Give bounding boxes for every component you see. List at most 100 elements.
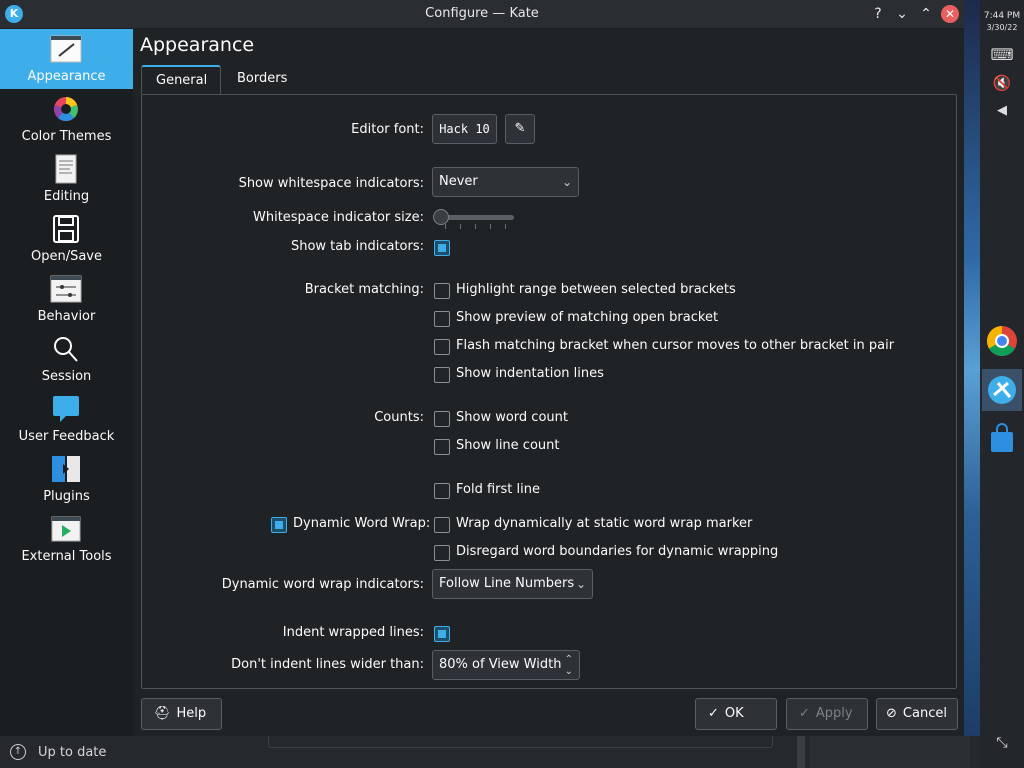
update-status-icon: ↑: [10, 744, 26, 760]
slider-handle[interactable]: [433, 209, 449, 225]
ok-button[interactable]: ✓ OK: [695, 698, 777, 730]
apply-button[interactable]: ✓ Apply: [786, 698, 868, 730]
whitespace-select[interactable]: Never ⌄: [432, 167, 579, 197]
clock-time[interactable]: 7:44 PM: [980, 11, 1024, 21]
wrap-static-marker-checkbox[interactable]: [434, 517, 450, 533]
indent-wrapped-checkbox[interactable]: [434, 626, 450, 642]
desktop-wallpaper: [964, 0, 980, 740]
whitespace-label: Show whitespace indicators:: [238, 176, 424, 191]
pencil-icon: ✎: [514, 121, 526, 136]
page-title: Appearance: [140, 34, 255, 56]
color-wheel-icon: [54, 97, 78, 122]
tab-general[interactable]: General: [141, 65, 221, 94]
line-count-label: Show line count: [456, 438, 560, 453]
whitespace-size-label: Whitespace indicator size:: [252, 210, 424, 225]
checkmark-icon: ✓: [799, 706, 810, 721]
sidebar: Appearance Color Themes Editing Open/Sav…: [0, 29, 133, 736]
window-title: Configure — Kate: [425, 6, 539, 21]
preview-bracket-label: Show preview of matching open bracket: [456, 310, 719, 325]
sidebar-item-label: Color Themes: [21, 129, 112, 144]
background-row: [268, 736, 773, 748]
discover-app[interactable]: [982, 419, 1022, 461]
counts-label: Counts:: [374, 410, 424, 425]
dont-indent-value: 80% of View Width: [439, 657, 562, 672]
dont-indent-spinbox[interactable]: 80% of View Width ⌃ ⌄: [432, 650, 580, 680]
sidebar-item-behavior[interactable]: Behavior: [0, 269, 133, 329]
help-lifebuoy-icon: ⛑: [154, 706, 171, 721]
fold-first-line-checkbox[interactable]: [434, 483, 450, 499]
sidebar-item-label: Plugins: [43, 489, 90, 504]
sidebar-item-label: Behavior: [37, 309, 96, 324]
settings-sliders-icon: [50, 275, 82, 303]
panel-options-icon[interactable]: ⤡: [988, 735, 1016, 763]
close-icon[interactable]: ✕: [941, 5, 959, 23]
help-button-label: Help: [176, 706, 207, 721]
dynamic-wrap-checkbox[interactable]: [271, 517, 287, 533]
appearance-icon: [50, 35, 82, 63]
sidebar-item-appearance[interactable]: Appearance: [0, 29, 133, 89]
minimize-icon[interactable]: ⌄: [893, 5, 911, 23]
tab-indicators-checkbox[interactable]: [434, 240, 450, 256]
sidebar-item-label: Editing: [43, 189, 90, 204]
sidebar-item-editing[interactable]: Editing: [0, 149, 133, 209]
flash-bracket-label: Flash matching bracket when cursor moves…: [456, 338, 895, 353]
plugin-icon: [52, 456, 80, 482]
chevron-down-icon: ⌄: [575, 577, 586, 591]
background-pane: [810, 736, 970, 768]
line-count-checkbox[interactable]: [434, 439, 450, 455]
sidebar-item-plugins[interactable]: Plugins: [0, 449, 133, 509]
wrap-static-marker-label: Wrap dynamically at static word wrap mar…: [456, 516, 753, 531]
editor-font-label: Editor font:: [351, 122, 424, 137]
preview-bracket-checkbox[interactable]: [434, 311, 450, 327]
disregard-word-boundaries-checkbox[interactable]: [434, 545, 450, 561]
word-count-label: Show word count: [456, 410, 568, 425]
checkmark-icon: ✓: [708, 706, 719, 721]
cancel-button-label: Cancel: [902, 706, 947, 721]
sidebar-item-color-themes[interactable]: Color Themes: [0, 89, 133, 149]
sidebar-item-label: Open/Save: [30, 249, 102, 264]
clock-date[interactable]: 3/30/22: [980, 23, 1024, 32]
edit-font-button[interactable]: ✎: [505, 114, 535, 144]
tab-borders[interactable]: Borders: [223, 65, 298, 94]
sidebar-item-session[interactable]: Session: [0, 329, 133, 389]
spin-arrows-icon[interactable]: ⌃ ⌄: [565, 654, 573, 678]
flash-bracket-checkbox[interactable]: [434, 339, 450, 355]
title-bar: K Configure — Kate ? ⌄ ⌃ ✕: [0, 0, 964, 29]
kate-app[interactable]: [982, 369, 1022, 411]
ok-button-label: OK: [724, 706, 744, 721]
dont-indent-label: Don't indent lines wider than:: [231, 657, 424, 672]
slider-tick: [505, 224, 506, 229]
help-button[interactable]: ⛑ Help: [141, 698, 222, 730]
fold-first-line-label: Fold first line: [456, 482, 540, 497]
maximize-icon[interactable]: ⌃: [917, 5, 935, 23]
help-question-icon[interactable]: ?: [869, 5, 887, 23]
configure-window: K Configure — Kate ? ⌄ ⌃ ✕ Appearance Co…: [0, 0, 964, 736]
wrap-indicators-value: Follow Line Numbers: [439, 576, 575, 591]
search-icon: [54, 337, 78, 362]
expand-tray-icon[interactable]: ◀: [988, 103, 1016, 131]
sidebar-item-label: External Tools: [21, 549, 112, 564]
highlight-range-checkbox[interactable]: [434, 283, 450, 299]
whitespace-value: Never: [439, 174, 478, 189]
wrap-indicators-select[interactable]: Follow Line Numbers ⌄: [432, 569, 593, 599]
tab-indicators-label: Show tab indicators:: [290, 239, 424, 254]
sidebar-item-external-tools[interactable]: External Tools: [0, 509, 133, 569]
background-window: [0, 736, 980, 768]
background-scrollbar: [797, 736, 805, 768]
word-count-checkbox[interactable]: [434, 411, 450, 427]
chrome-app[interactable]: [982, 320, 1022, 362]
keyboard-icon[interactable]: ⌨: [988, 45, 1016, 73]
sidebar-item-label: Appearance: [27, 69, 106, 84]
sidebar-item-user-feedback[interactable]: User Feedback: [0, 389, 133, 449]
sidebar-item-open-save[interactable]: Open/Save: [0, 209, 133, 269]
document-edit-icon: [55, 154, 77, 184]
indent-wrapped-label: Indent wrapped lines:: [282, 625, 424, 640]
indentation-lines-checkbox[interactable]: [434, 367, 450, 383]
cancel-button[interactable]: ⊘ Cancel: [876, 698, 958, 730]
sidebar-item-label: User Feedback: [18, 429, 115, 444]
save-icon: [53, 215, 79, 243]
slider-tick: [460, 224, 461, 229]
slider-track: [440, 215, 514, 220]
volume-muted-icon[interactable]: 🔇: [988, 74, 1016, 102]
editor-font-button[interactable]: Hack 10: [432, 114, 497, 144]
